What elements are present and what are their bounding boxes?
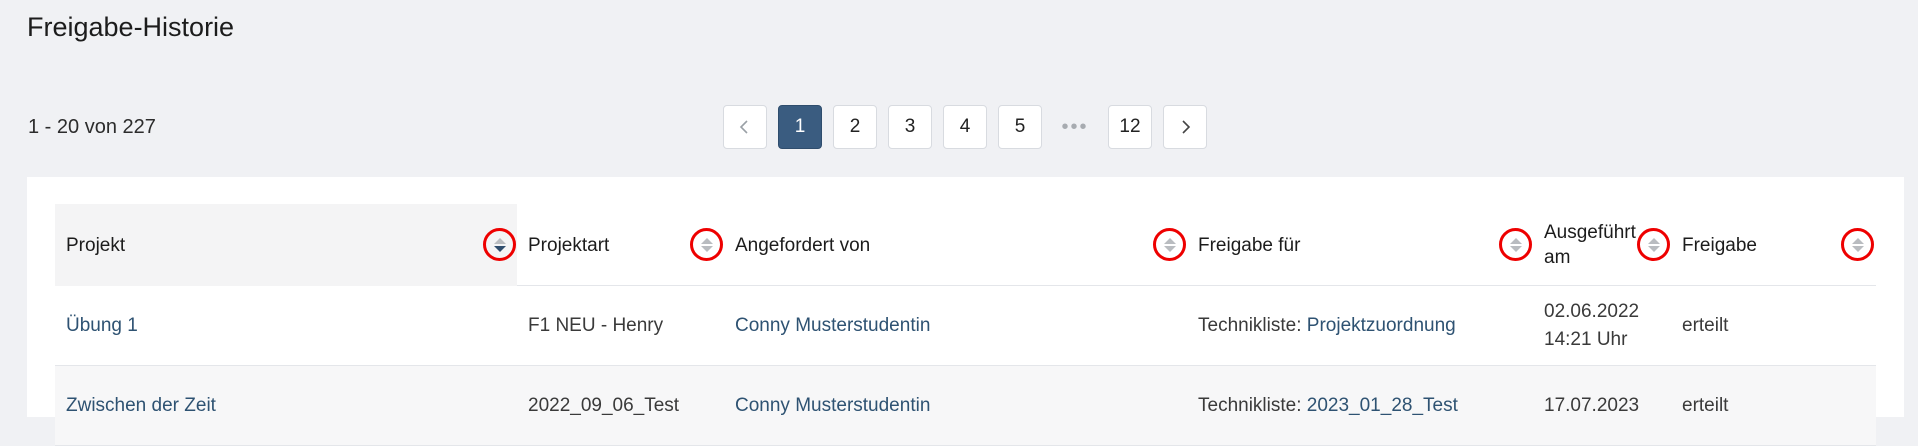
page-button-4[interactable]: 4 — [943, 105, 987, 149]
requester-link[interactable]: Conny Musterstudentin — [735, 312, 930, 340]
sort-icon[interactable] — [483, 228, 516, 261]
chevron-right-icon — [1182, 120, 1191, 134]
sort-icon[interactable] — [1841, 228, 1874, 261]
page-button-last[interactable]: 12 — [1108, 105, 1152, 149]
pagination-range-text: 1 - 20 von 227 — [28, 116, 156, 138]
approval-status: erteilt — [1682, 395, 1729, 416]
requester-link[interactable]: Conny Musterstudentin — [735, 392, 930, 420]
column-header-angefordert[interactable]: Angefordert von — [724, 204, 1187, 286]
page-button-5[interactable]: 5 — [998, 105, 1042, 149]
table-row: Zwischen der Zeit 2022_09_06_Test Conny … — [55, 366, 1876, 446]
page-button-2[interactable]: 2 — [833, 105, 877, 149]
pagination-ellipsis: ••• — [1061, 115, 1089, 138]
page-button-3[interactable]: 3 — [888, 105, 932, 149]
table-header: Projekt Projektart Angefordert von Freig… — [55, 204, 1876, 286]
column-header-projekt[interactable]: Projekt — [55, 204, 517, 286]
table-row: Übung 1 F1 NEU - Henry Conny Musterstude… — [55, 286, 1876, 366]
executed-date: 17.07.2023 — [1544, 395, 1640, 416]
page-title: Freigabe-Historie — [27, 12, 235, 42]
approval-for-prefix: Technikliste: — [1198, 315, 1307, 336]
sort-icon[interactable] — [1153, 228, 1186, 261]
sort-icon[interactable] — [1499, 228, 1532, 261]
project-link[interactable]: Übung 1 — [66, 312, 138, 340]
sort-icon[interactable] — [1637, 228, 1670, 261]
page-button-1[interactable]: 1 — [778, 105, 822, 149]
chevron-left-icon — [739, 120, 748, 134]
sort-icon[interactable] — [690, 228, 723, 261]
executed-time: 14:21 Uhr — [1544, 329, 1628, 350]
approval-for-link[interactable]: 2023_01_28_Test — [1307, 392, 1458, 420]
project-type: F1 NEU - Henry — [528, 315, 664, 336]
project-type: 2022_09_06_Test — [528, 395, 680, 416]
next-page-button[interactable] — [1163, 105, 1207, 149]
column-header-freigabe-fuer[interactable]: Freigabe für — [1187, 204, 1533, 286]
approval-for-prefix: Technikliste: — [1198, 395, 1307, 416]
pagination: 1 2 3 4 5 ••• 12 — [723, 105, 1207, 149]
history-table-card: Projekt Projektart Angefordert von Freig… — [27, 177, 1904, 446]
project-link[interactable]: Zwischen der Zeit — [66, 392, 216, 420]
executed-date: 02.06.2022 — [1544, 301, 1640, 322]
prev-page-button[interactable] — [723, 105, 767, 149]
approval-status: erteilt — [1682, 315, 1729, 336]
history-table: Projekt Projektart Angefordert von Freig… — [55, 204, 1876, 446]
approval-for-link[interactable]: Projektzuordnung — [1307, 312, 1456, 340]
